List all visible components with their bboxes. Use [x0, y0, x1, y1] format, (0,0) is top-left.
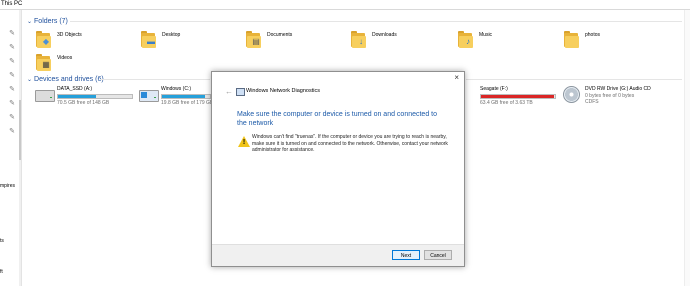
folder-label: Music [479, 32, 493, 38]
download-arrow-icon: ↓ [359, 37, 363, 46]
cancel-button[interactable]: Cancel [424, 250, 452, 260]
drive-free-space: 19.8 GB free of 179 GB [161, 100, 214, 106]
pin-icon[interactable]: ✎ [8, 128, 16, 136]
folder-icon [564, 30, 580, 50]
dialog-footer: Next Cancel [212, 244, 464, 266]
folder-icon: ▤ [246, 30, 262, 50]
back-arrow-icon[interactable]: ← [225, 87, 233, 96]
nav-item-label[interactable]: ts [0, 238, 4, 244]
drive-seagate[interactable]: Seagate (F:) 63.4 GB free of 3.63 TB [458, 86, 568, 112]
drive-free-space: 63.4 GB free of 3.63 TB [480, 100, 533, 106]
desktop-icon: ▬ [147, 37, 155, 46]
nav-scrollbar[interactable] [19, 10, 21, 286]
folder-label: photos [585, 32, 601, 38]
folder-3d-objects[interactable]: ◆ 3D Objects [36, 30, 126, 52]
folders-header-label: Folders (7) [34, 17, 68, 25]
cube-icon: ◆ [42, 37, 50, 46]
section-divider [466, 79, 682, 80]
dialog-heading: Make sure the computer or device is turn… [237, 111, 438, 127]
drive-free-space: 70.5 GB free of 148 GB [57, 100, 110, 106]
pin-icon[interactable]: ✎ [8, 72, 16, 80]
dialog-title: Windows Network Diagnostics [246, 88, 320, 94]
drive-label: Windows (C:) [161, 86, 192, 92]
folder-label: 3D Objects [57, 32, 82, 38]
windows-drive-icon [139, 90, 159, 102]
network-diagnostics-dialog: × ← Windows Network Diagnostics Make sur… [211, 71, 465, 267]
dialog-message: Windows can't find "truenas". If the com… [252, 134, 448, 153]
pin-icon[interactable]: ✎ [8, 58, 16, 66]
chevron-down-icon: ⌄ [27, 18, 33, 25]
folder-icon: ◆ [36, 30, 52, 50]
folder-videos[interactable]: ▦ Videos [36, 53, 126, 75]
folder-photos[interactable]: photos [564, 30, 654, 52]
warning-exclamation: ! [242, 139, 246, 146]
pin-icon[interactable]: ✎ [8, 86, 16, 94]
drives-header-label: Devices and drives (6) [34, 75, 104, 83]
folder-label: Downloads [372, 32, 397, 38]
folder-label: Documents [267, 32, 293, 38]
pin-icon[interactable]: ✎ [8, 44, 16, 52]
address-text: This PC [1, 1, 23, 7]
music-note-icon: ♪ [466, 37, 470, 46]
drive-label: Seagate (F:) [480, 86, 508, 92]
folder-icon: ▦ [36, 53, 52, 73]
drive-usage-bar [57, 94, 133, 99]
chevron-down-icon: ⌄ [27, 76, 33, 83]
folder-music[interactable]: ♪ Music [458, 30, 548, 52]
drive-usage-bar [161, 94, 211, 99]
hard-drive-icon [35, 90, 55, 102]
drive-usage-bar [480, 94, 556, 99]
drive-windows[interactable]: Windows (C:) 19.8 GB free of 179 GB [139, 86, 214, 112]
pin-icon[interactable]: ✎ [8, 114, 16, 122]
pin-icon[interactable]: ✎ [8, 30, 16, 38]
folder-icon: ▬ [141, 30, 157, 50]
folder-icon: ↓ [351, 30, 367, 50]
drive-data-ssd[interactable]: DATA_SSD (A:) 70.5 GB free of 148 GB [35, 86, 145, 112]
main-scrollbar[interactable] [684, 10, 690, 286]
section-divider [70, 21, 682, 22]
pin-icon[interactable]: ✎ [8, 100, 16, 108]
drives-section-header[interactable]: ⌄ Devices and drives (6) [27, 74, 104, 84]
folder-icon: ♪ [458, 30, 474, 50]
next-button[interactable]: Next [392, 250, 420, 260]
folder-documents[interactable]: ▤ Documents [246, 30, 336, 52]
drive-dvd[interactable]: DVD RW Drive (G:) Audio CD 0 bytes free … [563, 84, 683, 110]
folder-desktop[interactable]: ▬ Desktop [141, 30, 231, 52]
nav-item-label[interactable]: mpires [0, 183, 15, 189]
drive-label: DVD RW Drive (G:) Audio CD [585, 86, 651, 92]
document-icon: ▤ [252, 37, 260, 46]
section-divider [100, 79, 210, 80]
folder-downloads[interactable]: ↓ Downloads [351, 30, 441, 52]
network-diagnostics-icon [236, 88, 245, 96]
folder-label: Desktop [162, 32, 181, 38]
nav-scroll-thumb[interactable] [19, 100, 21, 160]
drive-filesystem: CDFS [585, 99, 599, 105]
folders-section-header[interactable]: ⌄ Folders (7) [27, 16, 68, 26]
nav-item-label[interactable]: ft [0, 269, 3, 275]
close-icon[interactable]: × [454, 73, 459, 83]
cd-disc-icon [563, 86, 580, 103]
film-icon: ▦ [42, 60, 50, 69]
address-bar[interactable]: This PC [0, 0, 690, 10]
folder-label: Videos [57, 55, 73, 61]
drive-label: DATA_SSD (A:) [57, 86, 93, 92]
